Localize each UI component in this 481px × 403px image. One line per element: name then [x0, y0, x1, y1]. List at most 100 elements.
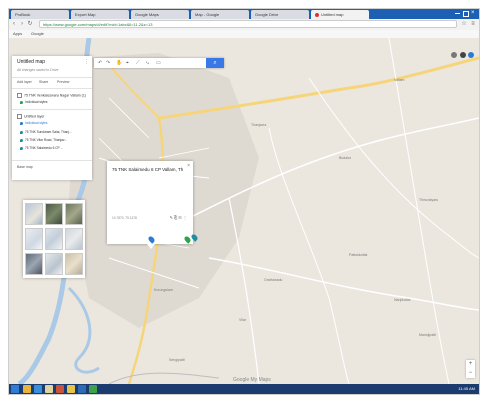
basemap-atlas-thumb[interactable] [65, 253, 83, 275]
popup-coordinates: 10.7870, 79.1378 [112, 216, 137, 220]
layer-1-name: 75 TNK Venkateswara Nagar Vallam (1) [24, 93, 86, 98]
popup-pointer [147, 244, 155, 249]
forward-icon[interactable]: › [19, 21, 25, 27]
star-icon[interactable]: ☆ [461, 21, 467, 27]
apps-grid-icon[interactable] [451, 52, 457, 58]
layer-2-style-label: Individual styles [25, 121, 48, 125]
road [208, 257, 479, 311]
zoom-out-button[interactable]: − [466, 369, 475, 378]
monitor-frame: ProBook Export Map Google Maps Map - Goo… [0, 0, 481, 403]
reload-icon[interactable]: ↻ [27, 21, 33, 27]
list-item[interactable]: 75 TNK Sundaram Salai, Thanj... [20, 130, 72, 134]
map-title[interactable]: Untitled map [17, 59, 45, 65]
save-status: All changes saved to Drive [17, 68, 59, 72]
maps-favicon-icon [315, 12, 319, 17]
map-search-bar[interactable]: ↶ ↷ ✋ ⌖ ⟋ ⤷ ▭ ⌕ [94, 58, 224, 68]
divider [12, 160, 92, 161]
basemap-whitewater-thumb[interactable] [45, 253, 63, 275]
line-tool-icon[interactable]: ⟋ [136, 59, 140, 67]
panel-actions: Add layer Share Preview [17, 80, 89, 86]
railway [108, 372, 220, 384]
place-info-popup: 75 TNK Salaimedu 6 CP Vallam, Th × 10.78… [107, 161, 193, 249]
map-canvas[interactable]: Vallam Thanjavur Budalur Thiruvaiyaru Pa… [9, 38, 479, 384]
minimize-icon[interactable] [455, 13, 460, 14]
place-label: Pattukkottai [349, 253, 368, 257]
excel-icon[interactable] [89, 385, 97, 393]
tab-label: Export Map [75, 12, 96, 17]
word-icon[interactable] [78, 385, 86, 393]
place-label: Kurungulam [154, 288, 173, 292]
hand-icon[interactable]: ✋ [116, 59, 122, 67]
directions-icon[interactable]: ⤷ [146, 59, 149, 67]
preview-button[interactable]: Preview [57, 80, 69, 84]
tab-label: Map - Google [195, 12, 220, 17]
account-controls [449, 51, 475, 59]
google-my-maps-logo: Google My Maps [233, 377, 271, 383]
media-player-icon[interactable] [56, 385, 64, 393]
layer-checkbox[interactable] [17, 93, 22, 98]
avatar[interactable] [468, 52, 474, 58]
bookmark-apps[interactable]: Apps [13, 30, 22, 38]
tab-1[interactable]: ProBook [11, 10, 69, 19]
basemap-mono-thumb[interactable] [45, 228, 63, 250]
undo-icon[interactable]: ↶ [98, 59, 102, 67]
url-field[interactable]: https://www.google.com/maps/d/edit?mid=1… [39, 20, 457, 28]
layer-1-style-label: Individual styles [25, 100, 48, 104]
folder-icon[interactable] [23, 385, 31, 393]
pin-icon [20, 138, 23, 142]
divider [12, 77, 92, 78]
tab-label: Google Maps [135, 12, 159, 17]
close-icon[interactable]: × [187, 163, 190, 169]
layer-checkbox[interactable] [17, 114, 22, 119]
system-clock[interactable]: 11:45 AM [458, 385, 475, 393]
more-options-icon[interactable]: ⋮ [84, 59, 89, 65]
back-icon[interactable]: ‹ [11, 21, 17, 27]
pin-icon [20, 100, 23, 104]
close-window-icon[interactable]: × [471, 9, 475, 17]
pin-label: 75 TNK Sundaram Salai, Thanj... [25, 130, 72, 134]
layer-1-style[interactable]: Individual styles [20, 100, 48, 104]
divider [12, 88, 92, 89]
os-taskbar: 11:45 AM [9, 384, 479, 394]
zoom-in-button[interactable]: + [466, 360, 475, 369]
tab-5[interactable]: Google Drive [251, 10, 309, 19]
menu-icon[interactable]: ≡ [470, 21, 476, 27]
file-explorer-icon[interactable] [45, 385, 53, 393]
basemap-map-thumb[interactable] [25, 203, 43, 225]
list-item[interactable]: 75 TNK Vilar Road, Thanjav... [20, 138, 67, 142]
layer-2-style[interactable]: Individual styles [20, 121, 48, 125]
ie-icon[interactable] [34, 385, 42, 393]
layer-1[interactable]: 75 TNK Venkateswara Nagar Vallam (1) [17, 93, 86, 98]
chrome-icon[interactable] [67, 385, 75, 393]
place-label: Budalur [339, 156, 352, 160]
start-button[interactable] [11, 385, 19, 393]
layer-2[interactable]: Untitled layer [17, 114, 44, 119]
road [268, 127, 350, 384]
redo-icon[interactable]: ↷ [106, 59, 110, 67]
pin-label: 75 TNK Salaimedu 6 CP ... [25, 146, 64, 150]
base-map-toggle[interactable]: Base map [17, 165, 33, 169]
basemap-simple-thumb[interactable] [65, 228, 83, 250]
tab-4[interactable]: Map - Google [191, 10, 249, 19]
share-button[interactable]: Share [39, 80, 48, 84]
place-label: Thiruvaiyaru [419, 198, 439, 202]
marker-tool-icon[interactable]: ⌖ [126, 59, 129, 67]
list-item[interactable]: 75 TNK Salaimedu 6 CP ... [20, 146, 63, 150]
search-button[interactable]: ⌕ [206, 58, 224, 68]
place-label: Thanjavur [251, 123, 267, 127]
place-label: Orathanadu [264, 278, 283, 282]
maximize-icon[interactable] [463, 11, 469, 17]
url-text: https://www.google.com/maps/d/edit?mid=1… [43, 22, 153, 27]
notifications-icon[interactable] [460, 52, 466, 58]
tab-3[interactable]: Google Maps [131, 10, 189, 19]
ruler-icon[interactable]: ▭ [156, 59, 161, 67]
tab-6-active[interactable]: Untitled map [311, 10, 369, 19]
popup-toolbar[interactable]: ✎ ⎘ ☷ ⋮ [170, 215, 187, 220]
basemap-dark-thumb[interactable] [25, 253, 43, 275]
add-layer-button[interactable]: Add layer [17, 80, 32, 84]
basemap-light-thumb[interactable] [25, 228, 43, 250]
basemap-satellite-thumb[interactable] [45, 203, 63, 225]
basemap-terrain-thumb[interactable] [65, 203, 83, 225]
bookmark-google[interactable]: Google [31, 30, 44, 38]
tab-2[interactable]: Export Map [71, 10, 129, 19]
